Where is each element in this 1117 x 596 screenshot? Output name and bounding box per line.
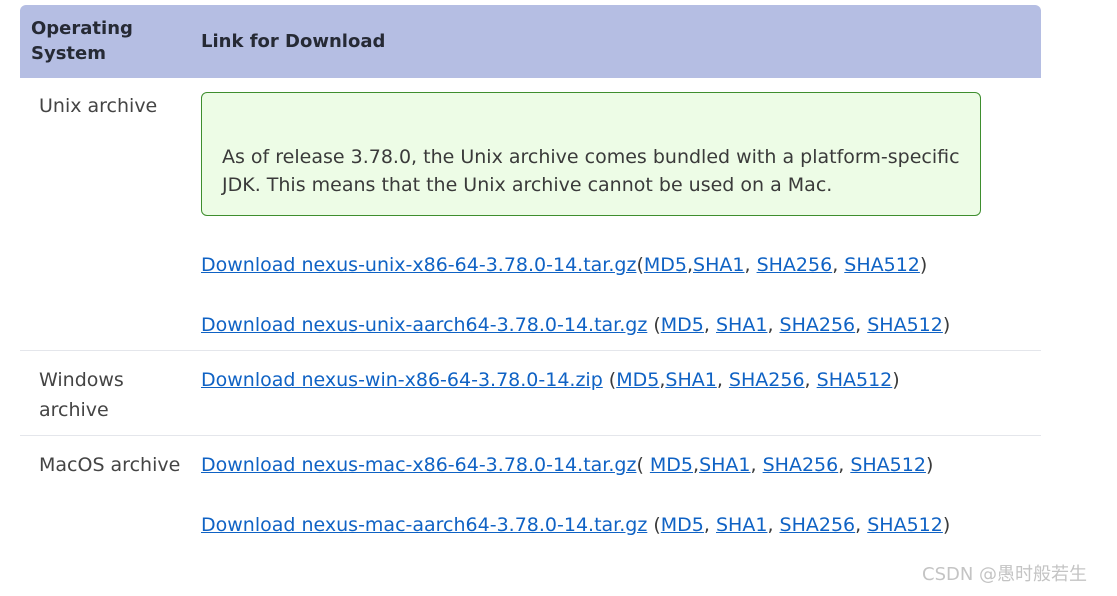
- table-row-macos: MacOS archive Download nexus-mac-x86-64-…: [20, 436, 1041, 566]
- sha1-link[interactable]: SHA1: [699, 454, 750, 476]
- sha256-link[interactable]: SHA256: [729, 369, 805, 391]
- sha1-link[interactable]: SHA1: [665, 369, 716, 391]
- paren-close: ): [919, 254, 928, 276]
- watermark: CSDN @愚时般若生: [922, 564, 1088, 585]
- md5-link[interactable]: MD5: [661, 514, 704, 536]
- paren-close: ): [942, 314, 951, 336]
- md5-link[interactable]: MD5: [644, 254, 687, 276]
- md5-link[interactable]: MD5: [661, 314, 704, 336]
- paren-close: ): [925, 454, 934, 476]
- paren-close: ): [892, 369, 900, 391]
- paren-open: (: [636, 454, 650, 476]
- os-label-macos: MacOS archive: [39, 454, 181, 476]
- md5-link[interactable]: MD5: [616, 369, 659, 391]
- download-link-unix-aarch64[interactable]: Download nexus-unix-aarch64-3.78.0-14.ta…: [201, 314, 647, 336]
- sha512-link[interactable]: SHA512: [844, 254, 920, 276]
- sha256-link[interactable]: SHA256: [780, 314, 856, 336]
- os-label-windows: Windows archive: [39, 369, 124, 421]
- download-line-unix-aarch64: Download nexus-unix-aarch64-3.78.0-14.ta…: [201, 314, 951, 336]
- jdk-note-box: As of release 3.78.0, the Unix archive c…: [201, 92, 981, 216]
- download-link-mac-aarch64[interactable]: Download nexus-mac-aarch64-3.78.0-14.tar…: [201, 514, 647, 536]
- header-operating-system: Operating System: [31, 18, 133, 64]
- download-line-win-x86: Download nexus-win-x86-64-3.78.0-14.zip …: [201, 369, 900, 391]
- paren-open: (: [647, 314, 661, 336]
- download-line-unix-x86: Download nexus-unix-x86-64-3.78.0-14.tar…: [201, 254, 928, 276]
- paren-open: (: [602, 369, 617, 391]
- table-header: Operating System Link for Download: [20, 5, 1041, 78]
- sha256-link[interactable]: SHA256: [763, 454, 839, 476]
- os-label-unix: Unix archive: [39, 95, 158, 117]
- header-link-for-download: Link for Download: [201, 31, 386, 52]
- sha512-link[interactable]: SHA512: [867, 314, 943, 336]
- download-link-win-x86[interactable]: Download nexus-win-x86-64-3.78.0-14.zip: [201, 369, 603, 391]
- sha512-link[interactable]: SHA512: [867, 514, 943, 536]
- download-link-mac-x86[interactable]: Download nexus-mac-x86-64-3.78.0-14.tar.…: [201, 454, 636, 476]
- sha512-link[interactable]: SHA512: [850, 454, 926, 476]
- sha1-link[interactable]: SHA1: [693, 254, 744, 276]
- paren-open: (: [636, 254, 644, 276]
- sha256-link[interactable]: SHA256: [780, 514, 856, 536]
- download-link-unix-x86[interactable]: Download nexus-unix-x86-64-3.78.0-14.tar…: [201, 254, 636, 276]
- sha1-link[interactable]: SHA1: [716, 514, 767, 536]
- jdk-note-text: As of release 3.78.0, the Unix archive c…: [222, 146, 960, 196]
- sha1-link[interactable]: SHA1: [716, 314, 767, 336]
- paren-close: ): [942, 514, 951, 536]
- download-line-mac-x86: Download nexus-mac-x86-64-3.78.0-14.tar.…: [201, 454, 934, 476]
- table-row-windows: Windows archive Download nexus-win-x86-6…: [20, 351, 1041, 436]
- paren-open: (: [647, 514, 661, 536]
- md5-link[interactable]: MD5: [650, 454, 693, 476]
- sha512-link[interactable]: SHA512: [817, 369, 893, 391]
- table-row-unix: Unix archive As of release 3.78.0, the U…: [20, 78, 1041, 351]
- download-table: Operating System Link for Download Unix …: [20, 5, 1041, 566]
- sha256-link[interactable]: SHA256: [757, 254, 833, 276]
- download-line-mac-aarch64: Download nexus-mac-aarch64-3.78.0-14.tar…: [201, 514, 951, 536]
